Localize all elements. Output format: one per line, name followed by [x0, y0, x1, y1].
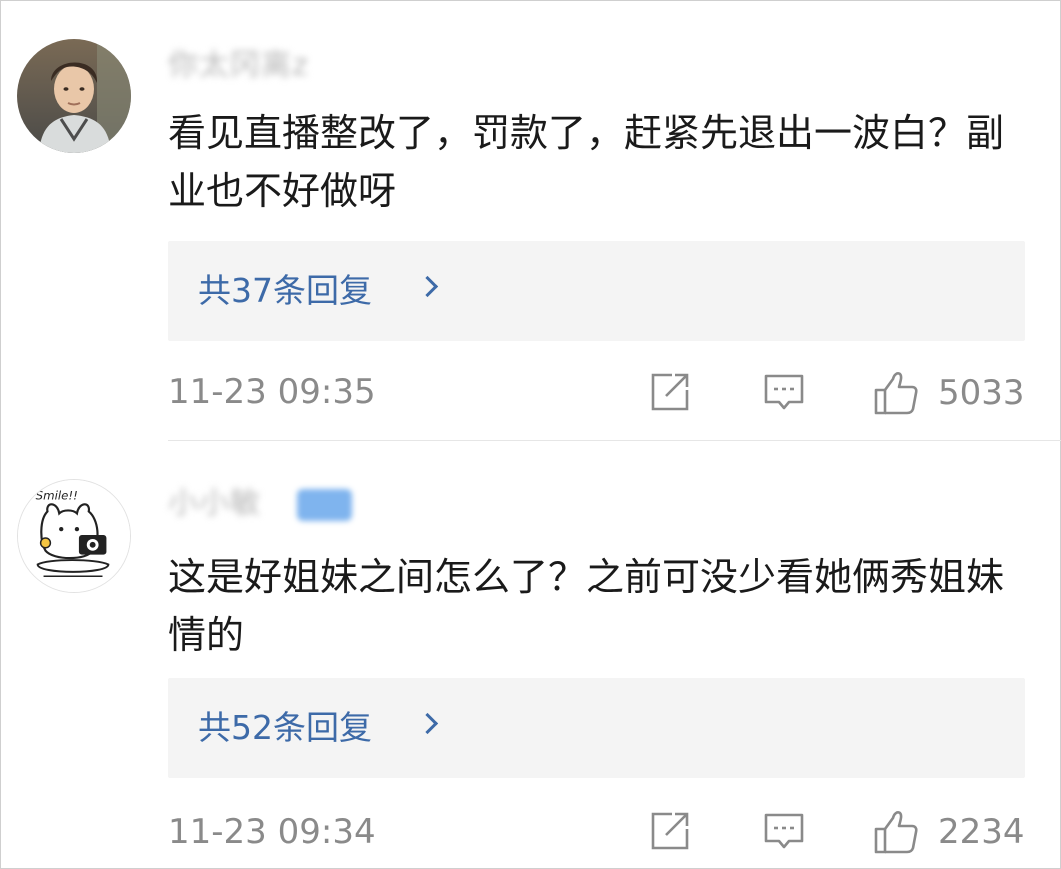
avatar-text: Smile!! — [36, 489, 78, 503]
member-badge — [297, 489, 352, 521]
chevron-right-icon — [416, 712, 439, 735]
username[interactable]: 你太冈离z — [168, 46, 309, 86]
comment-item: 你太冈离z 看见直播整改了，罚款了，赶紧先退出一波白？副业也不好做呀 共37条回… — [0, 0, 1061, 440]
cartoon-camera-avatar: Smile!! — [18, 480, 130, 592]
share-icon[interactable] — [648, 370, 692, 414]
chevron-right-icon — [416, 275, 439, 298]
comment-text: 看见直播整改了，罚款了，赶紧先退出一波白？副业也不好做呀 — [168, 111, 1005, 213]
user-avatar[interactable] — [17, 39, 131, 153]
replies-button[interactable]: 共37条回复 — [168, 241, 1025, 341]
comment-item: Smile!! 小小敏 这是好姐妹之间怎么了？之前可没少看她俩秀姐妹情的 共52… — [0, 441, 1061, 869]
comment-timestamp: 11-23 09:34 — [168, 812, 376, 852]
user-avatar[interactable]: Smile!! — [17, 479, 131, 593]
username[interactable]: 小小敏 — [168, 484, 261, 524]
thumbs-up-icon[interactable] — [873, 809, 919, 855]
comment-icon[interactable] — [762, 809, 806, 853]
thumbs-up-icon[interactable] — [873, 370, 919, 416]
replies-label: 共52条回复 — [198, 708, 372, 747]
like-count: 5033 — [938, 373, 1025, 413]
replies-label: 共37条回复 — [198, 271, 372, 310]
comment-icon[interactable] — [762, 370, 806, 414]
like-count: 2234 — [938, 812, 1025, 852]
user-photo-avatar — [17, 39, 131, 153]
comment-timestamp: 11-23 09:35 — [168, 372, 376, 412]
share-icon[interactable] — [648, 809, 692, 853]
replies-button[interactable]: 共52条回复 — [168, 678, 1025, 778]
comment-text: 这是好姐妹之间怎么了？之前可没少看她俩秀姐妹情的 — [168, 555, 1005, 657]
